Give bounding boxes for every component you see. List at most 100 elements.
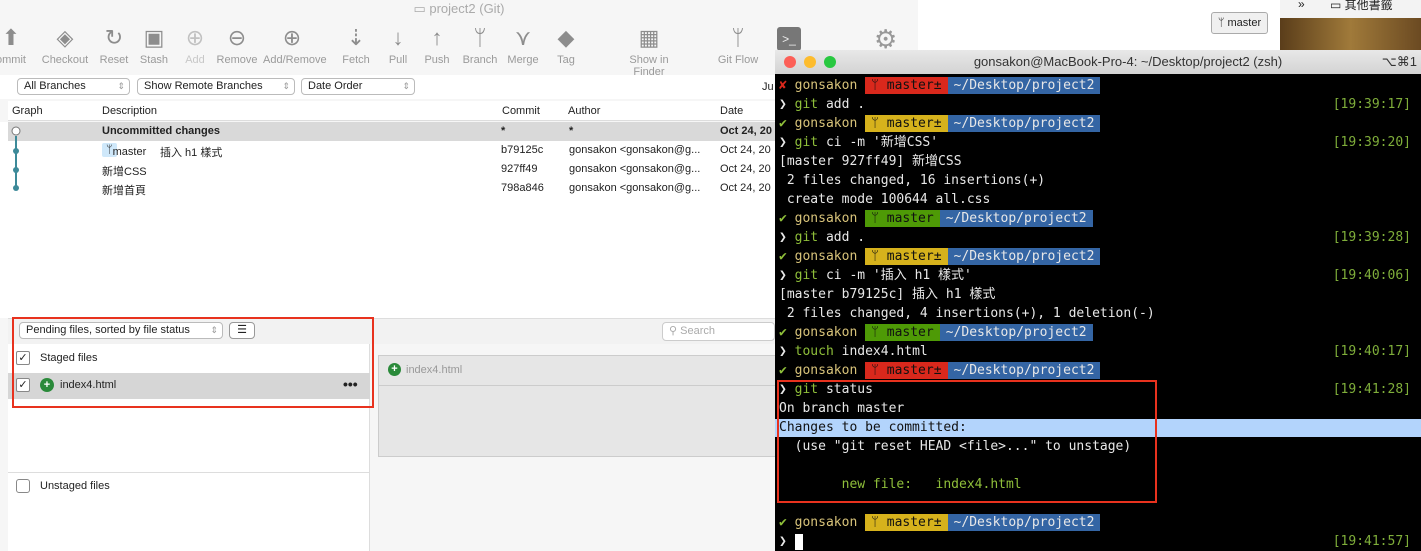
prompt-user: gonsakon <box>794 363 858 378</box>
terminal-window[interactable]: gonsakon@MacBook-Pro-4: ~/Desktop/projec… <box>775 50 1421 551</box>
toolbar-button[interactable]: ⊖ Remove <box>208 22 266 72</box>
branch-segment: ᛘ master± <box>865 514 948 531</box>
col-description[interactable]: Description <box>102 105 157 117</box>
col-date[interactable]: Date <box>720 105 743 117</box>
col-author[interactable]: Author <box>568 105 600 117</box>
branch-button[interactable]: ᛘ master <box>1211 12 1268 34</box>
description: Uncommitted changes <box>102 125 220 137</box>
toolbar-button[interactable]: ᛘ Git Flow <box>709 22 767 72</box>
background-image <box>1280 18 1421 50</box>
toolbar-icon: ᛘ <box>731 25 745 50</box>
terminal-line: ✔ gonsakon ᛘ master± ~/Desktop/project2 <box>779 513 1417 532</box>
toolbar-button[interactable]: ▦ Show in Finder <box>620 22 678 78</box>
prompt-chevron: ❯ <box>779 534 795 549</box>
path-segment: ~/Desktop/project2 <box>947 115 1101 132</box>
table-row[interactable]: 新增CSS 927ff49 gonsakon <gonsakon@g... Oct 2… <box>8 160 775 179</box>
close-button[interactable] <box>784 56 796 68</box>
commit-list: Uncommitted changes * * Oct 24, 20 ᛘ master 插… <box>0 122 775 318</box>
terminal-line: ❯ git add . [19:39:17] <box>779 95 1417 114</box>
terminal-line: ✔ gonsakon ᛘ master± ~/Desktop/project2 <box>779 361 1417 380</box>
prompt-chevron: ❯ <box>779 344 795 359</box>
branch-segment: ᛘ master <box>865 324 940 341</box>
terminal-line: 2 files changed, 16 insertions(+) <box>779 171 1417 190</box>
commit-hash: 927ff49 <box>501 163 538 175</box>
description: 插入 h1 樣式 <box>160 147 223 159</box>
order-select[interactable]: Date Order <box>301 78 415 95</box>
highlight-box <box>12 317 374 408</box>
output-text: [master 927ff49] 新增CSS <box>779 154 962 169</box>
folder-icon: ▭ <box>413 1 430 16</box>
output-text: 2 files changed, 16 insertions(+) <box>779 173 1046 188</box>
unstaged-checkbox[interactable] <box>16 479 30 493</box>
unstaged-files-label: Unstaged files <box>40 480 110 492</box>
commit-hash: 798a846 <box>501 182 544 194</box>
prompt-user: gonsakon <box>794 78 858 93</box>
command-args: add . <box>818 97 866 112</box>
commit-graph <box>11 126 21 191</box>
prompt-chevron: ❯ <box>779 230 795 245</box>
terminal-icon[interactable]: >_ <box>777 27 801 51</box>
commit-table-header: Graph Description Commit Author Date <box>8 101 775 121</box>
commit-hash: b79125c <box>501 144 544 156</box>
bookmark-folder[interactable]: ▭ 其他書籤 <box>1330 0 1393 13</box>
timestamp: [19:41:57] <box>1332 534 1411 549</box>
branch-segment: ᛘ master± <box>865 248 948 265</box>
timestamp: [19:41:28] <box>1332 382 1411 397</box>
prompt-chevron: ❯ <box>779 135 795 150</box>
author: * <box>569 125 574 137</box>
command: git <box>794 135 819 150</box>
timestamp: [19:39:17] <box>1332 97 1411 112</box>
terminal-line: ❯ git ci -m '插入 h1 樣式' [19:40:06] <box>779 266 1417 285</box>
output-text: create mode 100644 all.css <box>779 192 991 207</box>
terminal-line: ✔ gonsakon ᛘ master ~/Desktop/project2 <box>779 323 1417 342</box>
toolbar-button[interactable]: ◆ Tag <box>537 22 595 72</box>
col-graph[interactable]: Graph <box>12 105 43 117</box>
search-input[interactable]: ⚲ Search <box>662 322 775 341</box>
output-text: [master b79125c] 插入 h1 樣式 <box>779 287 996 302</box>
diff-file-name: index4.html <box>406 364 463 376</box>
branch-badge[interactable]: ᛘ master <box>102 143 146 158</box>
table-row[interactable]: Uncommitted changes * * Oct 24, 20 <box>8 122 775 141</box>
divider <box>8 472 370 473</box>
zoom-button[interactable] <box>824 56 836 68</box>
toolbar-button[interactable]: ⊕ Add/Remove <box>263 22 327 72</box>
terminal-line: [master b79125c] 插入 h1 樣式 <box>779 285 1417 304</box>
command: touch <box>794 344 834 359</box>
toolbar-icon: ⊖ <box>227 25 247 50</box>
path-segment: ~/Desktop/project2 <box>947 362 1101 379</box>
branch-segment: ᛘ master <box>865 210 940 227</box>
status-icon: ✔ <box>779 363 787 378</box>
table-row[interactable]: 新增首頁 798a846 gonsakon <gonsakon@g... Oct 24… <box>8 179 775 198</box>
author: gonsakon <gonsakon@g... <box>569 163 701 175</box>
date: Oct 24, 20 <box>720 144 771 156</box>
table-row[interactable]: ᛘ master 插入 h1 樣式 b79125c gonsakon <gonsako… <box>8 141 775 160</box>
terminal-line: [master 927ff49] 新增CSS <box>779 152 1417 171</box>
col-commit[interactable]: Commit <box>502 105 540 117</box>
author: gonsakon <gonsakon@g... <box>569 182 701 194</box>
status-icon: ✔ <box>779 249 787 264</box>
prompt-user: gonsakon <box>794 515 858 530</box>
toolbar-icon: ▦ <box>638 25 660 50</box>
all-branches-select[interactable]: All Branches <box>17 78 130 95</box>
terminal-line: ❯ git ci -m '新增CSS' [19:39:20] <box>779 133 1417 152</box>
command-args: add . <box>818 230 866 245</box>
prompt-user: gonsakon <box>794 249 858 264</box>
added-icon: + <box>388 363 401 376</box>
status-icon: ✔ <box>779 211 787 226</box>
terminal-line: ❯ git add . [19:39:28] <box>779 228 1417 247</box>
cursor <box>794 533 803 550</box>
bookmark-bar: » ▭ 其他書籤 <box>1280 0 1421 18</box>
path-segment: ~/Desktop/project2 <box>947 248 1101 265</box>
toolbar-button[interactable]: ⬆ommit <box>0 22 40 72</box>
branch-segment: ᛘ master± <box>865 77 948 94</box>
terminal-line: create mode 100644 all.css <box>779 190 1417 209</box>
terminal-line: 2 files changed, 4 insertions(+), 1 dele… <box>779 304 1417 323</box>
path-segment: ~/Desktop/project2 <box>939 210 1093 227</box>
remote-branches-select[interactable]: Show Remote Branches <box>137 78 295 95</box>
minimize-button[interactable] <box>804 56 816 68</box>
terminal-line: ✔ gonsakon ᛘ master± ~/Desktop/project2 <box>779 247 1417 266</box>
terminal-title: gonsakon@MacBook-Pro-4: ~/Desktop/projec… <box>973 54 1283 69</box>
timestamp: [19:39:20] <box>1332 135 1411 150</box>
branch-segment: ᛘ master± <box>865 115 948 132</box>
more-bookmarks[interactable]: » <box>1298 0 1305 11</box>
